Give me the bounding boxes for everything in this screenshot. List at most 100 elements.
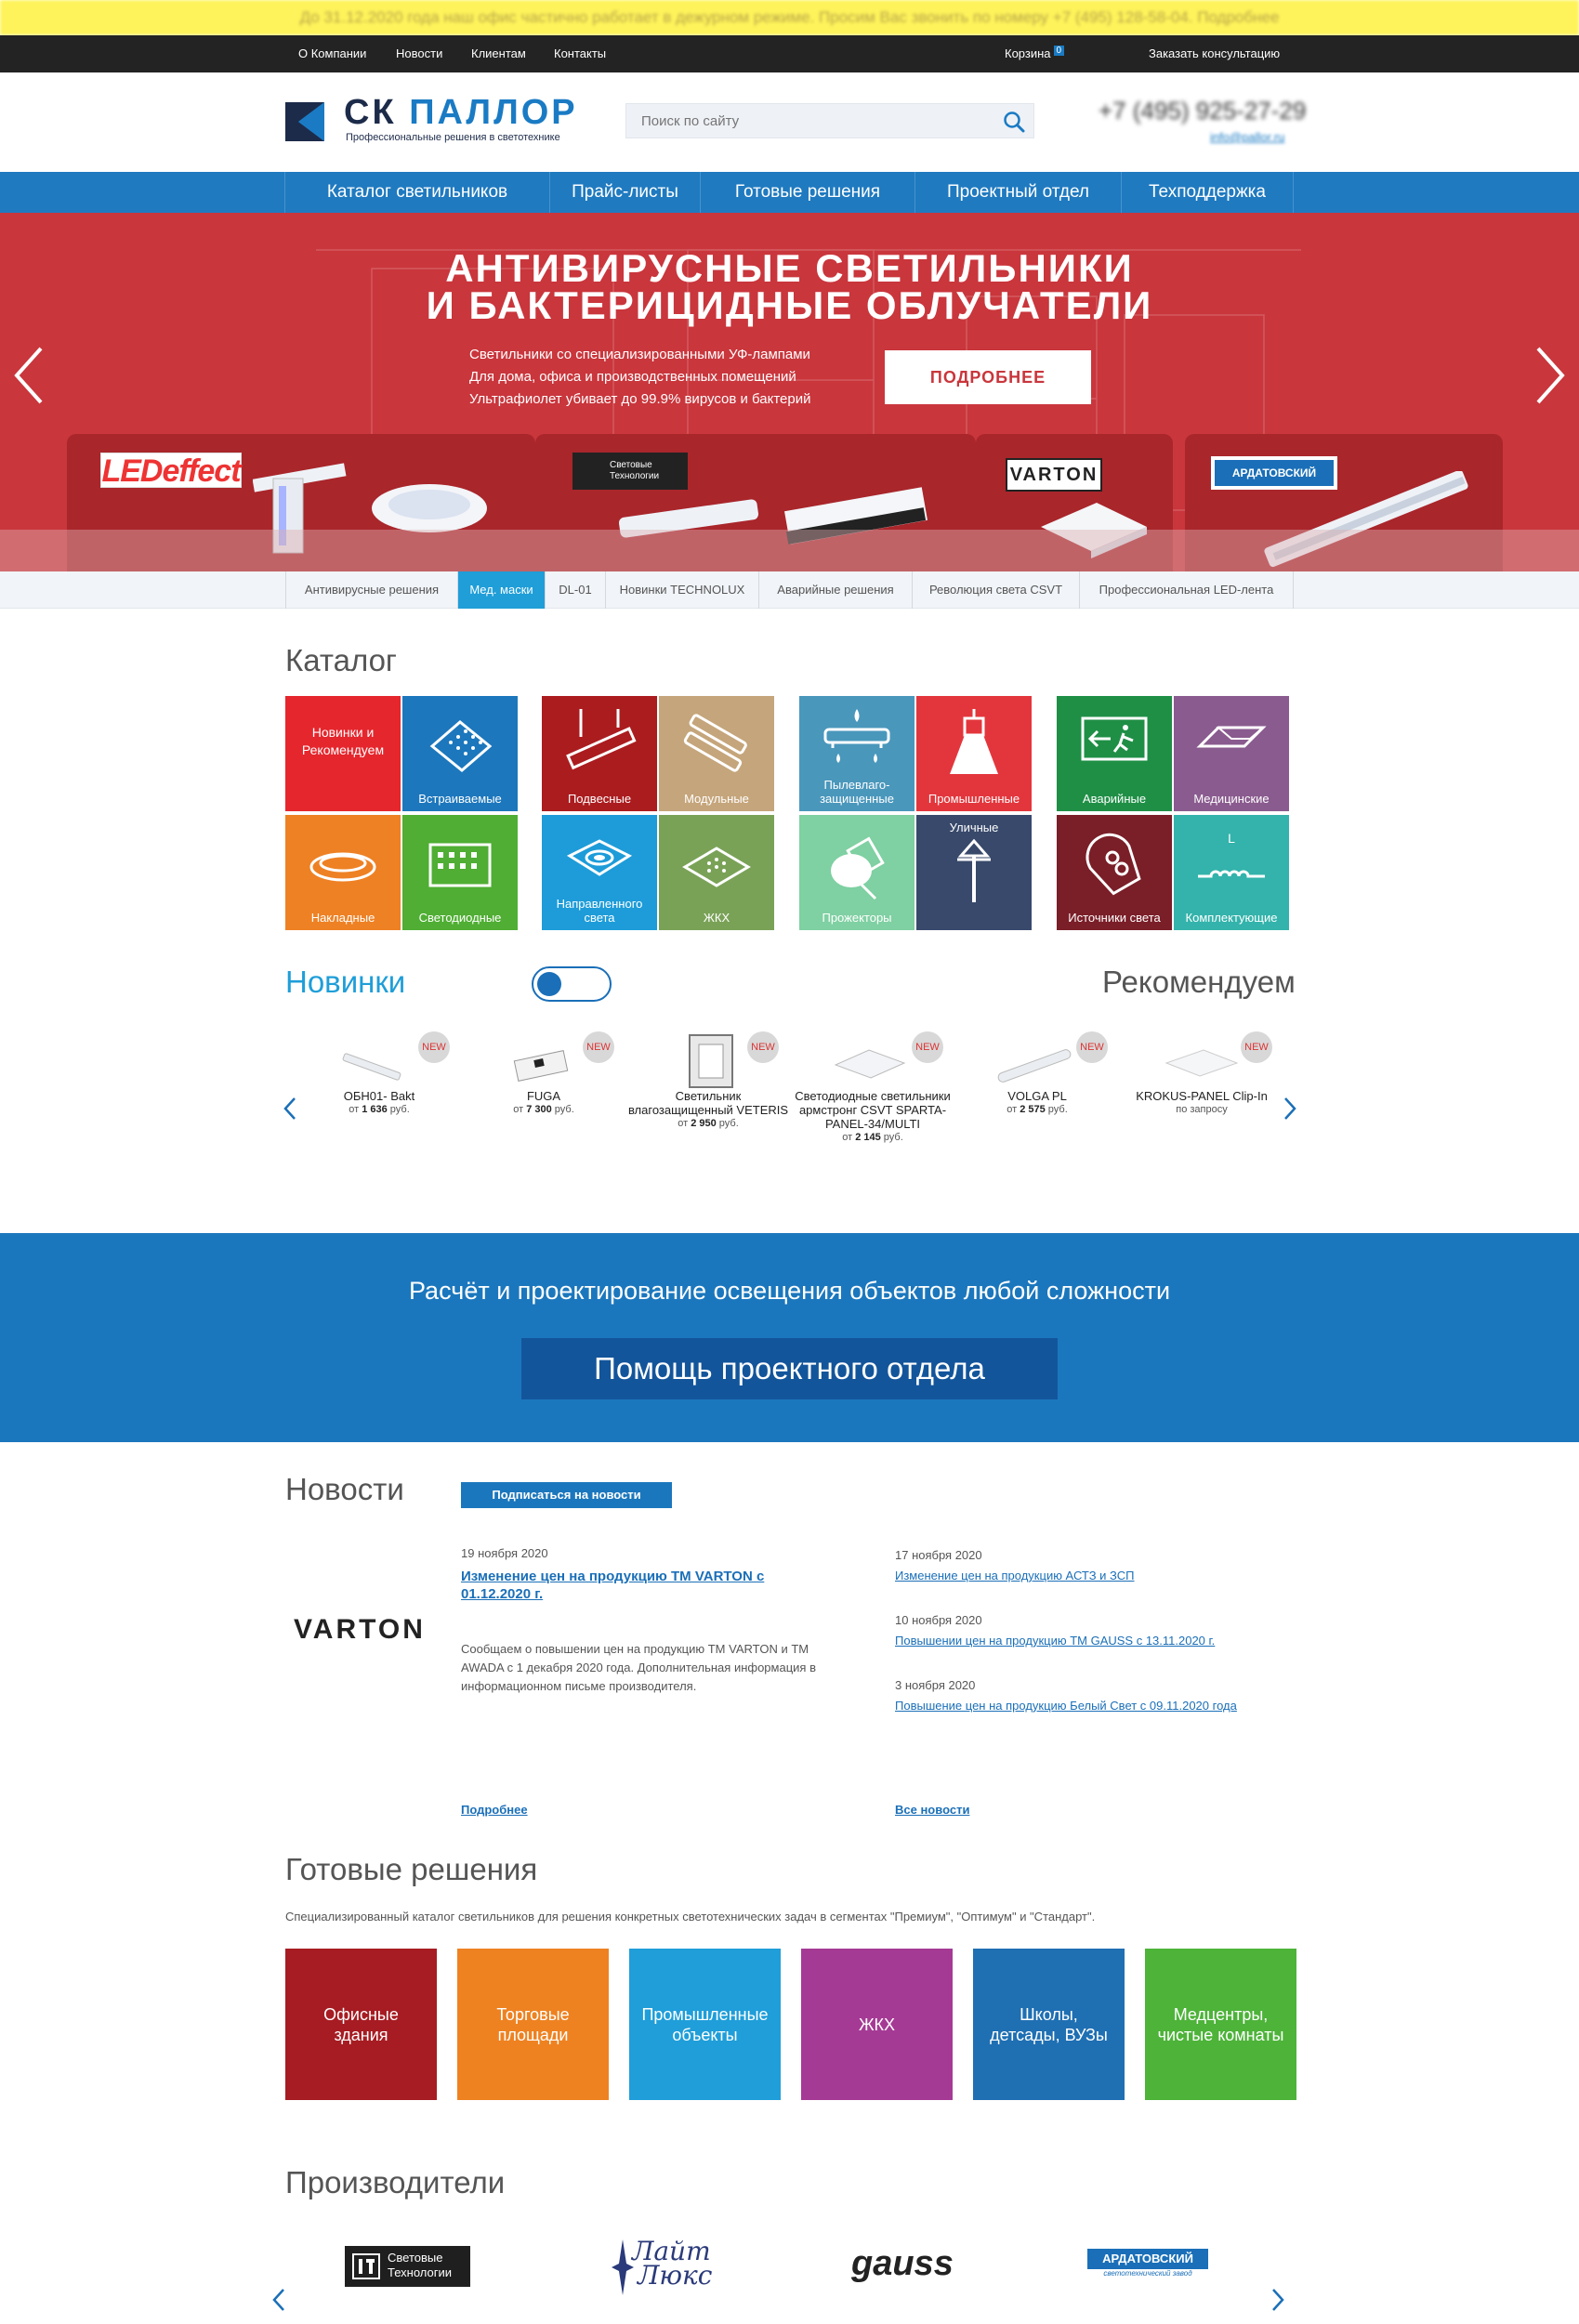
catalog-tile-15[interactable]: Источники света <box>1057 815 1172 930</box>
product-card[interactable]: NEW VOLGA PL от 2 575 руб. <box>955 1031 1119 1117</box>
product-image: NEW <box>955 1031 1119 1089</box>
housing-light-icon <box>682 847 751 887</box>
nav-price-lists[interactable]: Прайс-листы <box>549 172 700 213</box>
products-prev-arrow-icon[interactable] <box>281 1095 299 1123</box>
top-link-news[interactable]: Новости <box>396 46 442 60</box>
catalog-tile-label: Новинки и Рекомендуем <box>301 725 385 757</box>
subnav-emergency[interactable]: Аварийные решения <box>759 571 913 609</box>
products-next-arrow-icon[interactable] <box>1281 1095 1299 1123</box>
product-card[interactable]: NEW KROKUS-PANEL Clip-In по запросу <box>1120 1031 1283 1117</box>
project-help-button[interactable]: Помощь проектного отдела <box>521 1338 1058 1399</box>
hero-more-button[interactable]: ПОДРОБНЕЕ <box>885 350 1091 404</box>
manufacturer-light-lux[interactable]: Лайт Люкс <box>606 2239 712 2295</box>
news-more-link[interactable]: Подробнее <box>461 1803 528 1817</box>
catalog-tile-8[interactable]: ЖКХ <box>659 815 774 930</box>
manufacturer-ardatovsky[interactable]: АРДАТОВСКИЙ светотехнический завод <box>1087 2249 1208 2286</box>
new-badge: NEW <box>912 1031 943 1063</box>
solution-tile-6[interactable]: Медцентры, чистые комнаты <box>1145 1949 1296 2100</box>
product-card[interactable]: NEW Светодиодные светильники армстронг CS… <box>791 1031 954 1145</box>
solution-label: Школы, детсады, ВУЗы <box>990 2004 1108 2044</box>
subnav-technolux[interactable]: Новинки TECHNOLUX <box>606 571 759 609</box>
hero-prev-arrow-icon[interactable] <box>11 343 48 408</box>
solution-label: ЖКХ <box>858 2015 896 2034</box>
phone-number[interactable]: +7 (495) 925-27-29 <box>1099 97 1306 125</box>
manufacturers-next-arrow-icon[interactable] <box>1269 2286 1287 2314</box>
products-toggle[interactable] <box>532 966 612 1002</box>
solution-tile-4[interactable]: ЖКХ <box>801 1949 953 2100</box>
pendant-light-icon <box>566 709 637 770</box>
all-news-link[interactable]: Все новости <box>895 1803 969 1817</box>
news-item-2-link[interactable]: Повышении цен на продукцию ТМ GAUSS с 13… <box>895 1634 1215 1648</box>
manufacturer-svetovye-tehnologii[interactable]: Световые Технологии <box>345 2246 470 2287</box>
subnav-dl-01[interactable]: DL-01 <box>546 571 606 609</box>
product-card[interactable]: NEW FUGA от 7 300 руб. <box>462 1031 625 1117</box>
new-badge: NEW <box>1241 1031 1272 1063</box>
hero-title-line2: И БАКТЕРИЦИДНЫЕ ОБЛУЧАТЕЛИ <box>426 283 1153 327</box>
solution-tile-2[interactable]: Торговые площади <box>457 1949 609 2100</box>
news-item-1-link[interactable]: Изменение цен на продукцию АСТЗ и ЗСП <box>895 1569 1134 1582</box>
logo-mark-icon[interactable] <box>285 102 324 141</box>
nav-project-department[interactable]: Проектный отдел <box>915 172 1121 213</box>
solution-tile-5[interactable]: Школы, детсады, ВУЗы <box>973 1949 1125 2100</box>
catalog-tile-10[interactable]: Промышленные <box>916 696 1032 811</box>
top-link-contacts[interactable]: Контакты <box>554 46 606 60</box>
catalog-tile-14[interactable]: Медицинские <box>1174 696 1289 811</box>
product-thumbnail-icon <box>342 1053 401 1081</box>
manufacturers-prev-arrow-icon[interactable] <box>270 2286 288 2314</box>
catalog-tile-6[interactable]: Модульные <box>659 696 774 811</box>
hero-next-arrow-icon[interactable] <box>1531 343 1568 408</box>
surface-light-icon <box>309 852 376 882</box>
catalog-tile-12[interactable]: Уличные <box>916 815 1032 930</box>
search-box <box>625 103 1034 138</box>
product-card[interactable]: NEW Светильник влагозащищенный VETERIS от … <box>626 1031 790 1131</box>
order-consultation-link[interactable]: Заказать консультацию <box>1149 46 1280 60</box>
news-item-3-link[interactable]: Повышение цен на продукцию Белый Свет с … <box>895 1699 1237 1713</box>
logo-text[interactable]: СК ПАЛЛОР <box>344 93 578 133</box>
top-link-clients[interactable]: Клиентам <box>471 46 526 60</box>
nav-ready-solutions[interactable]: Готовые решения <box>700 172 915 213</box>
catalog-tile-16[interactable]: L Комплектующие <box>1174 815 1289 930</box>
search-icon[interactable] <box>1002 110 1026 134</box>
hero-banner[interactable]: АНТИВИРУСНЫЕ СВЕТИЛЬНИКИ И БАКТЕРИЦИДНЫЕ… <box>0 213 1579 571</box>
recessed-panel-icon <box>429 720 493 772</box>
news-featured-title-link[interactable]: Изменение цен на продукцию ТМ VARTON с 0… <box>461 1568 796 1603</box>
svg-text:L: L <box>1228 831 1235 846</box>
subnav-antivirus[interactable]: Антивирусные решения <box>285 571 458 609</box>
tab-recommended[interactable]: Рекомендуем <box>1102 965 1296 1000</box>
product-price: от 1 636 руб. <box>349 1104 410 1115</box>
nav-tech-support[interactable]: Техподдержка <box>1121 172 1294 213</box>
subnav-med-masks[interactable]: Мед. маски <box>458 571 546 609</box>
search-input[interactable] <box>626 104 980 138</box>
solution-tile-3[interactable]: Промышленные объекты <box>629 1949 781 2100</box>
email-link[interactable]: info@pallor.ru <box>1210 130 1284 144</box>
bulb-icon <box>1086 833 1141 896</box>
catalog-tile-7[interactable]: Направленного света <box>542 815 657 930</box>
nav-catalog[interactable]: Каталог светильников <box>284 172 549 213</box>
subnav-csvt[interactable]: Революция света CSVT <box>913 571 1080 609</box>
tab-new[interactable]: Новинки <box>285 965 405 1000</box>
catalog-tile-9[interactable]: Пылевлаго-защищенные <box>799 696 915 811</box>
subscribe-news-button[interactable]: Подписаться на новости <box>461 1482 672 1508</box>
manufacturer-gauss[interactable]: gauss <box>851 2244 954 2284</box>
news-featured-date: 19 ноября 2020 <box>461 1546 548 1560</box>
solution-tile-1[interactable]: Офисные здания <box>285 1949 437 2100</box>
top-link-about[interactable]: О Компании <box>298 46 366 60</box>
cart-count-badge: 0 <box>1053 46 1065 56</box>
notice-bar[interactable]: До 31.12.2020 года наш офис частично раб… <box>0 0 1579 35</box>
cart-link[interactable]: Корзина 0 <box>1005 46 1065 60</box>
product-image: NEW <box>1120 1031 1283 1089</box>
manufacturer-4-line1: АРДАТОВСКИЙ <box>1087 2249 1208 2269</box>
product-card[interactable]: NEW ОБН01- Bakt от 1 636 руб. <box>297 1031 461 1117</box>
catalog-tile-11[interactable]: Прожекторы <box>799 815 915 930</box>
product-price: по запросу <box>1176 1104 1228 1115</box>
catalog-tile-1[interactable]: Новинки и Рекомендуем <box>285 696 401 811</box>
catalog-tile-3[interactable]: Накладные <box>285 815 401 930</box>
subnav-led-strip[interactable]: Профессиональная LED-лента <box>1080 571 1294 609</box>
catalog-tile-13[interactable]: Аварийные <box>1057 696 1172 811</box>
solution-label: Медцентры, чистые комнаты <box>1157 2004 1284 2044</box>
top-bar: О Компании Новости Клиентам Контакты Кор… <box>0 35 1579 72</box>
catalog-tile-5[interactable]: Подвесные <box>542 696 657 811</box>
product-price: от 2 950 руб. <box>678 1118 739 1129</box>
catalog-tile-2[interactable]: Встраиваемые <box>402 696 518 811</box>
catalog-tile-4[interactable]: Светодиодные <box>402 815 518 930</box>
